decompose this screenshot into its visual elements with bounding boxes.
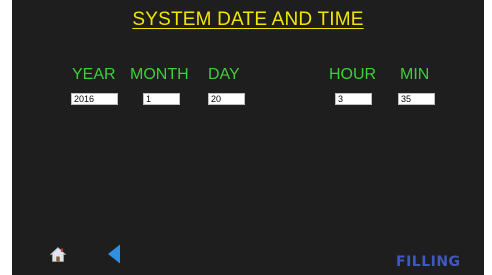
min-label: MIN xyxy=(400,66,430,83)
min-field[interactable]: 35 xyxy=(398,93,435,105)
home-button[interactable] xyxy=(49,246,67,262)
back-arrow-icon xyxy=(108,244,120,264)
year-field[interactable]: 2016 xyxy=(71,93,118,105)
page-title: SYSTEM DATE AND TIME xyxy=(132,9,364,30)
hour-label: HOUR xyxy=(329,66,377,83)
day-field[interactable]: 20 xyxy=(208,93,245,105)
home-icon xyxy=(49,246,67,262)
year-label: YEAR xyxy=(72,66,116,83)
month-label: MONTH xyxy=(130,66,189,83)
back-button[interactable] xyxy=(107,244,121,264)
status-mode-text: FILLING xyxy=(396,254,461,270)
hmi-screen: SYSTEM DATE AND TIME YEAR MONTH DAY HOUR… xyxy=(12,0,484,275)
day-label: DAY xyxy=(208,66,240,83)
hour-field[interactable]: 3 xyxy=(335,93,372,105)
month-field[interactable]: 1 xyxy=(143,93,180,105)
